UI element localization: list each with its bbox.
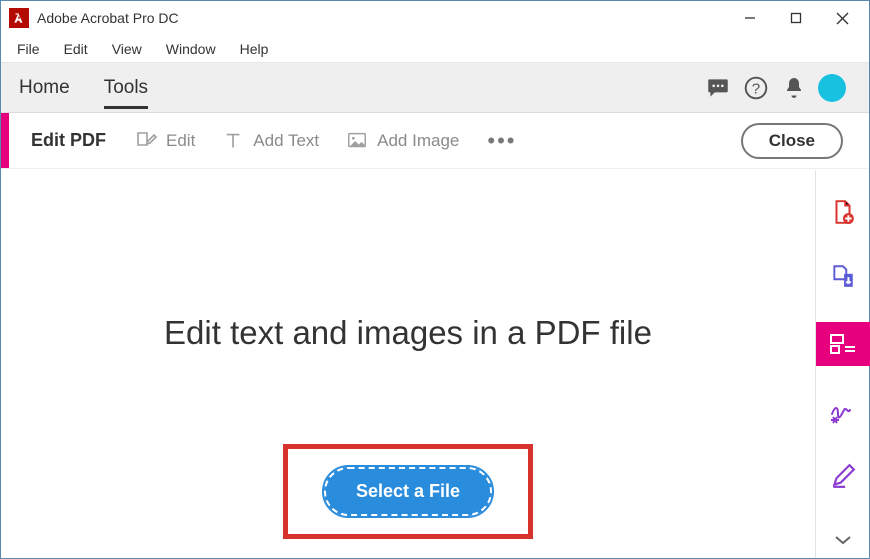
close-window-button[interactable] — [819, 2, 865, 34]
add-text-label: Add Text — [253, 131, 319, 151]
menu-view[interactable]: View — [100, 37, 154, 61]
edit-tool-icon — [134, 129, 158, 153]
create-pdf-icon — [830, 199, 856, 225]
add-image-icon — [345, 129, 369, 153]
minimize-icon — [744, 12, 756, 24]
add-image-button[interactable]: Add Image — [345, 129, 459, 153]
combine-icon — [830, 263, 856, 289]
menu-edit[interactable]: Edit — [52, 37, 100, 61]
menu-window[interactable]: Window — [154, 37, 228, 61]
edit-toolbar: Edit PDF Edit Add Text Add Image ••• Clo… — [1, 113, 869, 169]
account-button[interactable] — [813, 69, 851, 107]
maximize-icon — [790, 12, 802, 24]
toolbar-accent — [1, 113, 9, 168]
tab-tools[interactable]: Tools — [104, 67, 148, 109]
edit-tool-button[interactable]: Edit — [134, 129, 195, 153]
rail-combine-button[interactable] — [825, 258, 861, 294]
chevron-down-icon — [834, 534, 852, 546]
menubar: File Edit View Window Help — [1, 35, 869, 63]
add-text-button[interactable]: Add Text — [221, 129, 319, 153]
pencil-icon — [830, 463, 856, 489]
titlebar: Adobe Acrobat Pro DC — [1, 1, 869, 35]
rail-sign-button[interactable] — [825, 394, 861, 430]
select-file-button[interactable]: Select a File — [324, 467, 492, 516]
signature-icon — [829, 400, 857, 424]
svg-text:?: ? — [752, 80, 760, 97]
main-content: Edit text and images in a PDF file Selec… — [1, 170, 815, 558]
top-nav: Home Tools ? — [1, 63, 869, 113]
add-text-icon — [221, 129, 245, 153]
edit-tool-label: Edit — [166, 131, 195, 151]
menu-help[interactable]: Help — [228, 37, 281, 61]
highlight-box: Select a File — [283, 444, 533, 539]
rail-edit-pdf-button[interactable] — [816, 322, 870, 366]
minimize-button[interactable] — [727, 2, 773, 34]
tab-home[interactable]: Home — [19, 67, 70, 109]
toolbar-title: Edit PDF — [31, 130, 106, 151]
avatar-icon — [818, 74, 846, 102]
ellipsis-icon: ••• — [487, 128, 516, 154]
main-headline: Edit text and images in a PDF file — [164, 314, 652, 352]
menu-file[interactable]: File — [5, 37, 52, 61]
notifications-button[interactable] — [775, 69, 813, 107]
window-title: Adobe Acrobat Pro DC — [37, 10, 179, 26]
messages-button[interactable] — [699, 69, 737, 107]
rail-create-pdf-button[interactable] — [825, 194, 861, 230]
rail-fill-sign-button[interactable] — [825, 458, 861, 494]
help-icon: ? — [743, 75, 769, 101]
edit-layout-icon — [829, 333, 857, 355]
speech-bubble-icon — [705, 75, 731, 101]
rail-expand-button[interactable] — [825, 522, 861, 558]
acrobat-logo-icon — [12, 11, 26, 25]
more-tools-button[interactable]: ••• — [487, 128, 516, 154]
add-image-label: Add Image — [377, 131, 459, 151]
right-tool-rail — [815, 170, 869, 558]
help-button[interactable]: ? — [737, 69, 775, 107]
close-toolstrip-button[interactable]: Close — [741, 123, 843, 159]
maximize-button[interactable] — [773, 2, 819, 34]
acrobat-app-icon — [9, 8, 29, 28]
close-icon — [836, 12, 849, 25]
bell-icon — [782, 76, 806, 100]
